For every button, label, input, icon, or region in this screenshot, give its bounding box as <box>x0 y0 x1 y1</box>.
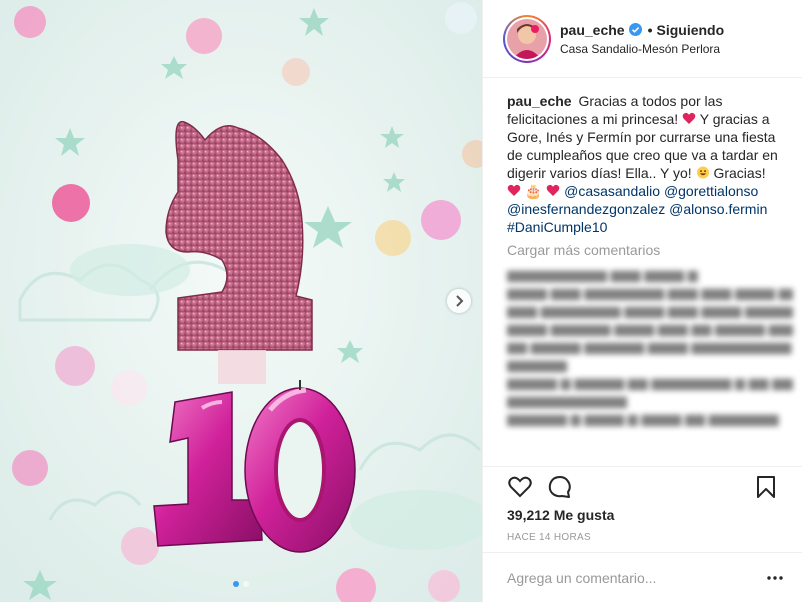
next-photo-button[interactable] <box>447 289 471 313</box>
ellipsis-icon <box>767 575 783 580</box>
more-options-button[interactable] <box>765 568 785 588</box>
post-timestamp[interactable]: HACE 14 HORAS <box>507 532 779 543</box>
likes-count[interactable]: 39,212 Me gusta <box>507 507 779 523</box>
post-side-panel: pau_eche • Siguiendo Casa Sandalio-Mesón… <box>482 0 802 602</box>
caption-username[interactable]: pau_eche <box>507 93 572 109</box>
blurred-comment-line: ▆▆▆▆▆ ▆ ▆▆▆▆▆ ▆▆ ▆▆▆▆▆▆▆▆ ▆ ▆▆ ▆▆▆▆▆ <box>507 375 793 390</box>
following-button[interactable]: Siguiendo <box>657 22 725 38</box>
blurred-comment-line: ▆▆▆▆▆▆ <box>507 357 567 372</box>
blurred-comment-line: ▆▆▆▆ ▆▆▆▆▆▆ ▆▆▆▆ ▆▆▆ ▆▆ ▆▆▆▆▆ ▆▆▆▆ <box>507 321 793 336</box>
post-header: pau_eche • Siguiendo Casa Sandalio-Mesón… <box>483 0 802 78</box>
photo-illustration <box>0 0 482 602</box>
mention-alonso-fermin[interactable]: @alonso.fermin <box>669 201 767 217</box>
sparkling-heart-icon <box>682 112 696 124</box>
chevron-right-icon <box>456 295 464 307</box>
story-ring[interactable] <box>503 14 551 63</box>
comments-section: pau_eche Gracias a todos por las felicit… <box>483 78 802 466</box>
mention-casasandalio[interactable]: @casasandalio <box>564 183 660 199</box>
hashtag-danicumple10[interactable]: #DaniCumple10 <box>507 219 607 235</box>
blurred-comment-line: ▆▆▆ ▆▆▆▆▆▆▆▆ ▆▆▆▆ ▆▆▆ ▆▆▆▆ ▆▆▆▆▆▆ <box>507 303 793 318</box>
post-caption: pau_eche Gracias a todos por las felicit… <box>507 92 793 236</box>
caption-text-3: Gracias! <box>713 165 766 181</box>
comment-bubble-icon[interactable] <box>547 474 573 500</box>
carousel-dot-active <box>233 581 239 587</box>
separator-bullet: • <box>647 21 653 38</box>
blurred-comment-line: ▆▆▆▆▆▆▆▆▆▆▆▆ <box>507 393 627 408</box>
header-username[interactable]: pau_eche <box>560 22 625 38</box>
blurred-comment-line: ▆▆▆▆▆▆▆▆▆▆ ▆▆▆ ▆▆▆▆ ▆ <box>507 267 698 282</box>
cake-emoji: 🎂 <box>524 183 543 199</box>
mention-inesfernandezgonzalez[interactable]: @inesfernandezgonzalez <box>507 201 665 217</box>
action-bar <box>507 467 779 507</box>
carousel-indicator <box>0 581 482 587</box>
comment-input[interactable] <box>507 569 765 586</box>
blurred-comments: ▆▆▆▆▆▆▆▆▆▆ ▆▆▆ ▆▆▆▆ ▆ ▆▆▆▆ ▆▆▆ ▆▆▆▆▆▆▆▆ … <box>507 266 793 428</box>
post-actions-section: 39,212 Me gusta HACE 14 HORAS <box>483 466 802 543</box>
blurred-comment-line: ▆▆ ▆▆▆▆▆ ▆▆▆▆▆▆ ▆▆▆▆ ▆▆▆▆▆▆▆▆▆▆ ▆▆ <box>507 339 793 354</box>
like-heart-icon[interactable] <box>507 474 533 500</box>
verified-badge-icon <box>628 23 642 36</box>
carousel-dot <box>243 581 249 587</box>
sparkling-heart-icon <box>546 184 560 196</box>
sparkling-heart-icon <box>507 184 521 196</box>
bookmark-icon[interactable] <box>753 474 779 500</box>
post-photo[interactable] <box>0 0 482 602</box>
blurred-comment-line: ▆▆▆▆ ▆▆▆ ▆▆▆▆▆▆▆▆ ▆▆▆ ▆▆▆ ▆▆▆▆ ▆▆▆ <box>507 285 793 300</box>
blurred-comment-line: ▆▆▆▆▆▆ ▆ ▆▆▆▆ ▆ ▆▆▆▆ ▆▆ ▆▆▆▆▆▆▆ <box>507 411 779 426</box>
add-comment-box <box>483 552 802 602</box>
avatar[interactable] <box>507 18 547 59</box>
smiley-face-icon <box>696 166 709 179</box>
load-more-comments[interactable]: Cargar más comentarios <box>507 242 793 258</box>
mention-gorettialonso[interactable]: @gorettialonso <box>664 183 758 199</box>
location-link[interactable]: Casa Sandalio-Mesón Perlora <box>560 42 724 56</box>
